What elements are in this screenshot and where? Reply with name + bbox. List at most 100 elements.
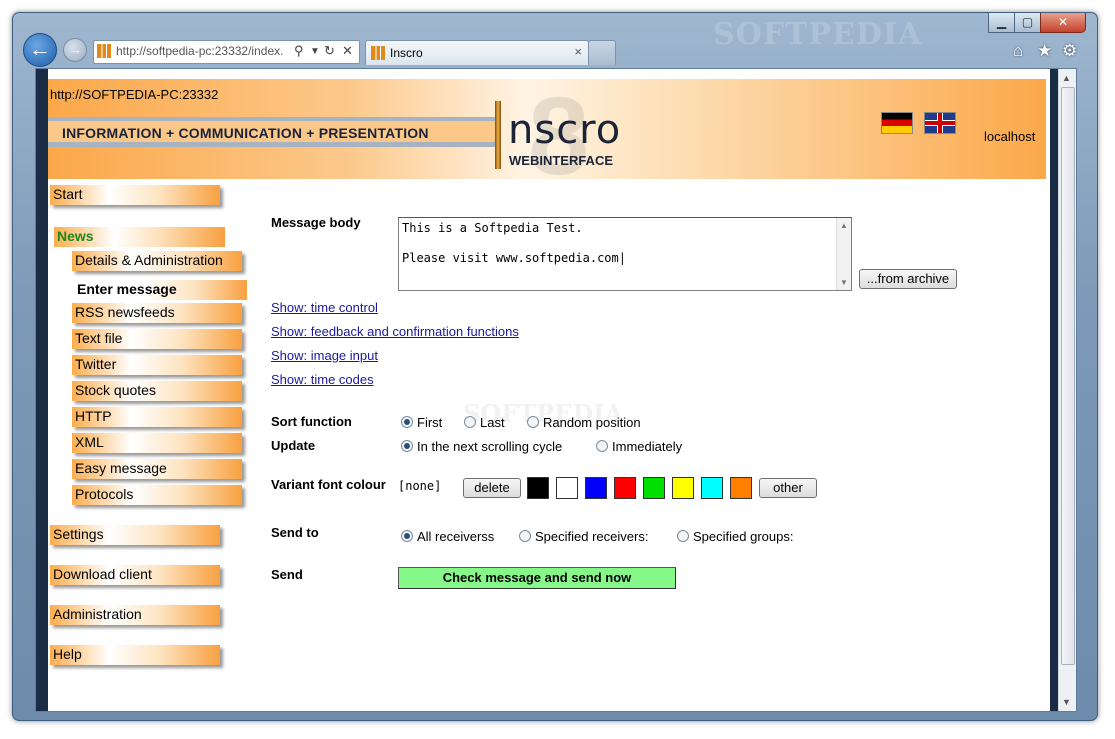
menu-download-client[interactable]: Download client <box>50 565 220 585</box>
color-swatch-yellow[interactable] <box>672 477 694 499</box>
stop-icon[interactable]: ✕ <box>342 43 353 59</box>
menu-rss-newsfeeds[interactable]: RSS newsfeeds <box>72 303 242 323</box>
send-specified-groups-radio[interactable]: Specified groups: <box>677 529 793 544</box>
menu-help[interactable]: Help <box>50 645 220 665</box>
minimize-button[interactable]: ▁ <box>988 13 1015 33</box>
link-feedback-confirmation[interactable]: Show: feedback and confirmation function… <box>271 324 519 339</box>
link-time-codes[interactable]: Show: time codes <box>271 372 374 387</box>
host-name: localhost <box>984 129 1036 144</box>
menu-details-administration[interactable]: Details & Administration <box>72 251 242 271</box>
tagline: INFORMATION + COMMUNICATION + PRESENTATI… <box>62 125 429 141</box>
link-image-input[interactable]: Show: image input <box>271 348 378 363</box>
update-label: Update <box>271 438 316 453</box>
menu-start[interactable]: Start <box>50 185 220 205</box>
color-swatch-orange[interactable] <box>730 477 752 499</box>
sort-last-radio[interactable]: Last <box>464 415 505 430</box>
server-url: http://SOFTPEDIA-PC:23332 <box>50 87 219 102</box>
sort-function-label: Sort function <box>271 414 352 429</box>
home-icon[interactable]: ⌂ <box>1013 41 1023 61</box>
menu-text-file[interactable]: Text file <box>72 329 242 349</box>
scrollbar-thumb[interactable] <box>1061 87 1075 665</box>
from-archive-button[interactable]: ...from archive <box>859 269 957 289</box>
german-flag-icon[interactable] <box>881 112 913 134</box>
color-swatch-blue[interactable] <box>585 477 607 499</box>
menu-stock-quotes[interactable]: Stock quotes <box>72 381 242 401</box>
browser-window: SOFTPEDIA ▁ ▢ ✕ ← → http://softpedia-pc:… <box>12 12 1098 721</box>
new-tab-button[interactable] <box>588 40 616 65</box>
title-bar: SOFTPEDIA ▁ ▢ ✕ ← → http://softpedia-pc:… <box>13 13 1097 69</box>
uk-flag-icon[interactable] <box>924 112 956 134</box>
send-label: Send <box>271 567 303 582</box>
inscro-logo: nscro <box>508 107 622 153</box>
send-to-label: Send to <box>271 525 319 540</box>
link-time-control[interactable]: Show: time control <box>271 300 378 315</box>
radio-label: Specified receivers: <box>535 529 649 544</box>
gear-icon[interactable]: ⚙ <box>1062 41 1077 61</box>
refresh-icon[interactable]: ↻ <box>324 43 335 59</box>
web-page: http://SOFTPEDIA-PC:23332 INFORMATION + … <box>36 69 1058 711</box>
radio-label: Immediately <box>612 439 683 454</box>
radio-label: In the next scrolling cycle <box>417 439 563 454</box>
sort-first-radio[interactable]: First <box>401 415 442 430</box>
radio-label: First <box>417 415 443 430</box>
page-viewport: http://SOFTPEDIA-PC:23332 INFORMATION + … <box>35 68 1077 712</box>
favorites-star-icon[interactable]: ★ <box>1037 41 1052 61</box>
softpedia-watermark: SOFTPEDIA <box>713 17 923 52</box>
color-swatch-red[interactable] <box>614 477 636 499</box>
font-colour-label: Variant font colour <box>271 477 386 492</box>
message-body-label: Message body <box>271 215 361 230</box>
tab-title: Inscro <box>390 46 423 60</box>
address-bar[interactable]: http://softpedia-pc:23332/index. ⚲ ▼ ↻ ✕ <box>93 40 360 64</box>
message-line-1: This is a Softpedia Test. <box>402 221 583 235</box>
radio-label: All receiverss <box>417 529 495 544</box>
site-favicon-icon <box>97 44 111 58</box>
update-immediately-radio[interactable]: Immediately <box>596 439 682 454</box>
update-next-cycle-radio[interactable]: In the next scrolling cycle <box>401 439 562 454</box>
radio-label: Last <box>480 415 505 430</box>
color-swatch-black[interactable] <box>527 477 549 499</box>
dropdown-icon[interactable]: ▼ <box>310 46 320 57</box>
menu-enter-message[interactable]: Enter message <box>74 280 247 300</box>
menu-twitter[interactable]: Twitter <box>72 355 242 375</box>
radio-label: Random position <box>543 415 641 430</box>
radio-icon <box>519 530 531 542</box>
message-line-2: Please visit www.softpedia.com <box>402 251 619 265</box>
delete-colour-button[interactable]: delete <box>463 478 521 498</box>
color-swatch-white[interactable] <box>556 477 578 499</box>
menu-easy-message[interactable]: Easy message <box>72 459 242 479</box>
check-and-send-button[interactable]: Check message and send now <box>398 567 676 589</box>
radio-icon <box>464 416 476 428</box>
radio-selected-icon <box>401 530 413 542</box>
close-tab-icon[interactable]: × <box>574 44 582 59</box>
tab-inscro[interactable]: Inscro × <box>365 40 589 65</box>
other-colour-button[interactable]: other <box>759 478 817 498</box>
font-colour-value: [none] <box>398 479 442 493</box>
color-swatch-cyan[interactable] <box>701 477 723 499</box>
menu-xml[interactable]: XML <box>72 433 242 453</box>
scroll-down-icon[interactable]: ▼ <box>1062 697 1071 707</box>
page-scrollbar[interactable]: ▲ ▼ <box>1058 69 1076 711</box>
color-swatch-green[interactable] <box>643 477 665 499</box>
radio-label: Specified groups: <box>693 529 794 544</box>
forward-button[interactable]: → <box>63 38 87 62</box>
close-window-button[interactable]: ✕ <box>1040 13 1086 33</box>
radio-selected-icon <box>401 416 413 428</box>
menu-news[interactable]: News <box>54 227 225 247</box>
send-specified-receivers-radio[interactable]: Specified receivers: <box>519 529 648 544</box>
menu-http[interactable]: HTTP <box>72 407 242 427</box>
send-all-receivers-radio[interactable]: All receiverss <box>401 529 494 544</box>
tab-favicon-icon <box>371 46 385 60</box>
textarea-scrollbar[interactable]: ▲ ▼ <box>836 218 851 290</box>
logo-subtitle: WEBINTERFACE <box>509 153 613 168</box>
menu-protocols[interactable]: Protocols <box>72 485 242 505</box>
radio-icon <box>677 530 689 542</box>
menu-settings[interactable]: Settings <box>50 525 220 545</box>
menu-administration[interactable]: Administration <box>50 605 220 625</box>
address-text: http://softpedia-pc:23332/index. <box>116 44 284 58</box>
message-body-textarea[interactable]: This is a Softpedia Test. Please visit w… <box>398 217 852 291</box>
back-button[interactable]: ← <box>23 33 57 67</box>
maximize-button[interactable]: ▢ <box>1014 13 1041 33</box>
sort-random-radio[interactable]: Random position <box>527 415 641 430</box>
search-icon[interactable]: ⚲ <box>294 43 304 59</box>
scroll-up-icon[interactable]: ▲ <box>1062 73 1071 83</box>
